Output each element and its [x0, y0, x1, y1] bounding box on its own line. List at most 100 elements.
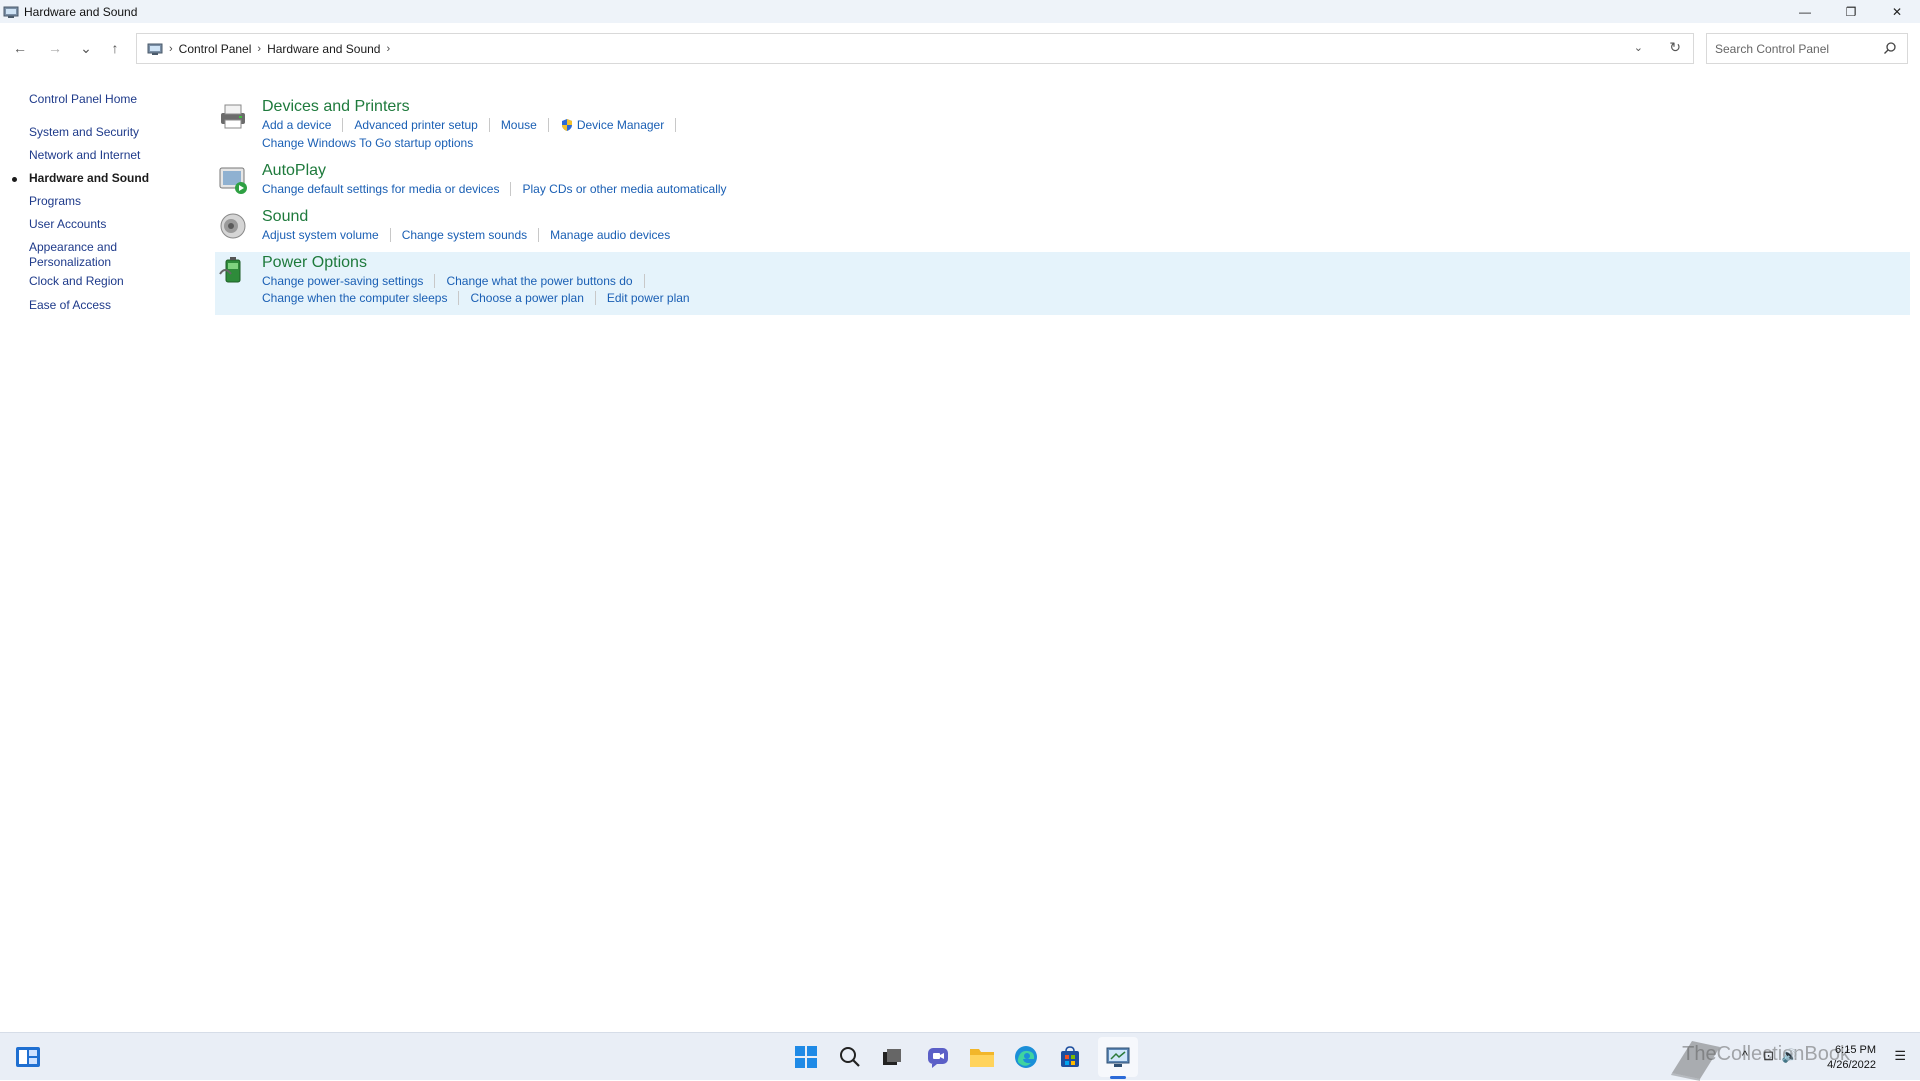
autoplay-icon: [219, 167, 247, 194]
clock[interactable]: 6:15 PM 4/26/2022: [1827, 1043, 1876, 1073]
search-icon: [840, 1047, 860, 1067]
close-button[interactable]: ✕: [1874, 0, 1920, 23]
title-bar: Hardware and Sound — ❐ ✕: [0, 0, 1920, 23]
store-icon: [1061, 1046, 1079, 1067]
speaker-icon: [220, 213, 246, 239]
sidebar-item-ease-of-access[interactable]: Ease of Access: [29, 298, 111, 313]
task-view-button[interactable]: [876, 1041, 908, 1073]
store-button[interactable]: [1054, 1041, 1086, 1073]
breadcrumb-control-panel[interactable]: Control Panel: [179, 42, 252, 56]
add-a-device-link[interactable]: Add a device: [262, 118, 331, 132]
sound-heading[interactable]: Sound: [262, 208, 308, 226]
chat-icon: [928, 1048, 948, 1068]
sidebar-item-appearance-and-personalization[interactable]: Appearance and Personalization: [29, 240, 139, 270]
taskbar: TheCollectionBook ^ ⊡ 🔊 6:15 PM 4/26/202…: [0, 1032, 1920, 1081]
section-devices-and-printers: Devices and Printers Add a device Advanc…: [215, 96, 1910, 156]
minimize-button[interactable]: —: [1782, 0, 1828, 23]
clock-date: 4/26/2022: [1827, 1059, 1876, 1071]
link-separator: [488, 118, 490, 132]
clock-time: 6:15 PM: [1835, 1044, 1876, 1056]
section-power-options: Power Options Change power-saving settin…: [215, 252, 1910, 315]
show-hidden-icons-button[interactable]: ^: [1742, 1048, 1748, 1063]
back-button[interactable]: ←: [8, 36, 32, 60]
search-icon[interactable]: [1883, 41, 1897, 55]
change-power-buttons-link[interactable]: Change what the power buttons do: [446, 274, 632, 288]
recent-locations-button[interactable]: ⌄: [74, 36, 98, 60]
search-taskbar-button[interactable]: [834, 1041, 866, 1073]
file-explorer-button[interactable]: [966, 1041, 998, 1073]
change-when-computer-sleeps-link[interactable]: Change when the computer sleeps: [262, 291, 447, 305]
chat-button[interactable]: [922, 1041, 954, 1073]
change-system-sounds-link[interactable]: Change system sounds: [402, 228, 527, 242]
network-icon[interactable]: ⊡: [1763, 1048, 1774, 1064]
sidebar-item-clock-and-region[interactable]: Clock and Region: [29, 274, 124, 289]
navigation-bar: ← → ⌄ ↑ › Control Panel › Hardware and S…: [0, 30, 1920, 70]
sidebar-item-hardware-and-sound[interactable]: Hardware and Sound: [29, 171, 149, 186]
printer-icon: [221, 104, 245, 129]
link-separator: [547, 118, 549, 132]
breadcrumb-separator[interactable]: ›: [257, 43, 261, 55]
autoplay-heading[interactable]: AutoPlay: [262, 162, 326, 180]
sidebar-item-user-accounts[interactable]: User Accounts: [29, 217, 106, 232]
folder-icon: [970, 1049, 994, 1067]
link-separator: [389, 228, 391, 242]
change-power-saving-settings-link[interactable]: Change power-saving settings: [262, 274, 423, 288]
volume-icon[interactable]: 🔊: [1782, 1048, 1798, 1064]
link-separator: [594, 291, 596, 305]
notification-center-icon[interactable]: ☰: [1894, 1048, 1906, 1064]
link-separator: [510, 182, 512, 196]
battery-icon: [219, 257, 241, 283]
widgets-icon: [16, 1047, 40, 1067]
device-manager-link[interactable]: Device Manager: [577, 118, 664, 132]
search-box[interactable]: [1706, 33, 1908, 64]
mouse-link[interactable]: Mouse: [501, 118, 537, 132]
link-separator: [434, 274, 436, 288]
advanced-printer-setup-link[interactable]: Advanced printer setup: [354, 118, 477, 132]
task-view-icon: [883, 1049, 901, 1065]
sidebar-item-control-panel-home[interactable]: Control Panel Home: [29, 92, 137, 107]
link-separator: [643, 274, 645, 288]
running-app-indicator: [1110, 1076, 1126, 1079]
control-panel-taskbar-button[interactable]: [1102, 1041, 1134, 1073]
up-button[interactable]: ↑: [103, 36, 127, 60]
adjust-system-volume-link[interactable]: Adjust system volume: [262, 228, 379, 242]
active-item-bullet: [12, 177, 17, 182]
widgets-button[interactable]: [12, 1041, 44, 1073]
uac-shield-icon: [561, 119, 572, 131]
edge-icon: [1015, 1046, 1037, 1068]
change-windows-to-go-link[interactable]: Change Windows To Go startup options: [262, 136, 473, 150]
control-panel-icon: [1106, 1047, 1130, 1067]
edit-power-plan-link[interactable]: Edit power plan: [607, 291, 690, 305]
refresh-button[interactable]: ↻: [1669, 39, 1681, 56]
devices-and-printers-heading[interactable]: Devices and Printers: [262, 98, 410, 116]
sidebar-item-programs[interactable]: Programs: [29, 194, 81, 209]
breadcrumb-hardware-and-sound[interactable]: Hardware and Sound: [267, 42, 380, 56]
search-input[interactable]: [1715, 41, 1875, 56]
window-title: Hardware and Sound: [24, 4, 138, 19]
address-dropdown-button[interactable]: ⌄: [1634, 41, 1643, 54]
start-button[interactable]: [790, 1041, 822, 1073]
link-separator: [458, 291, 460, 305]
forward-button[interactable]: →: [43, 36, 67, 60]
section-sound: Sound Adjust system volume Change system…: [215, 206, 1910, 246]
edge-button[interactable]: [1010, 1041, 1042, 1073]
link-separator: [675, 118, 677, 132]
system-tray: TheCollectionBook ^ ⊡ 🔊 6:15 PM 4/26/202…: [1500, 1033, 1920, 1081]
play-cds-automatically-link[interactable]: Play CDs or other media automatically: [522, 182, 726, 196]
change-default-settings-link[interactable]: Change default settings for media or dev…: [262, 182, 499, 196]
manage-audio-devices-link[interactable]: Manage audio devices: [550, 228, 670, 242]
link-separator: [538, 228, 540, 242]
windows-logo-icon: [795, 1046, 817, 1068]
control-panel-icon: [147, 43, 163, 55]
address-bar[interactable]: › Control Panel › Hardware and Sound › ⌄…: [136, 33, 1694, 64]
choose-a-power-plan-link[interactable]: Choose a power plan: [470, 291, 583, 305]
link-separator: [342, 118, 344, 132]
control-panel-icon: [3, 6, 19, 18]
section-autoplay: AutoPlay Change default settings for med…: [215, 160, 1910, 200]
sidebar-item-system-and-security[interactable]: System and Security: [29, 125, 139, 140]
breadcrumb-separator[interactable]: ›: [386, 43, 390, 55]
sidebar-item-network-and-internet[interactable]: Network and Internet: [29, 148, 140, 163]
maximize-button[interactable]: ❐: [1828, 0, 1874, 23]
breadcrumb-separator[interactable]: ›: [169, 43, 173, 55]
power-options-heading[interactable]: Power Options: [262, 254, 367, 272]
